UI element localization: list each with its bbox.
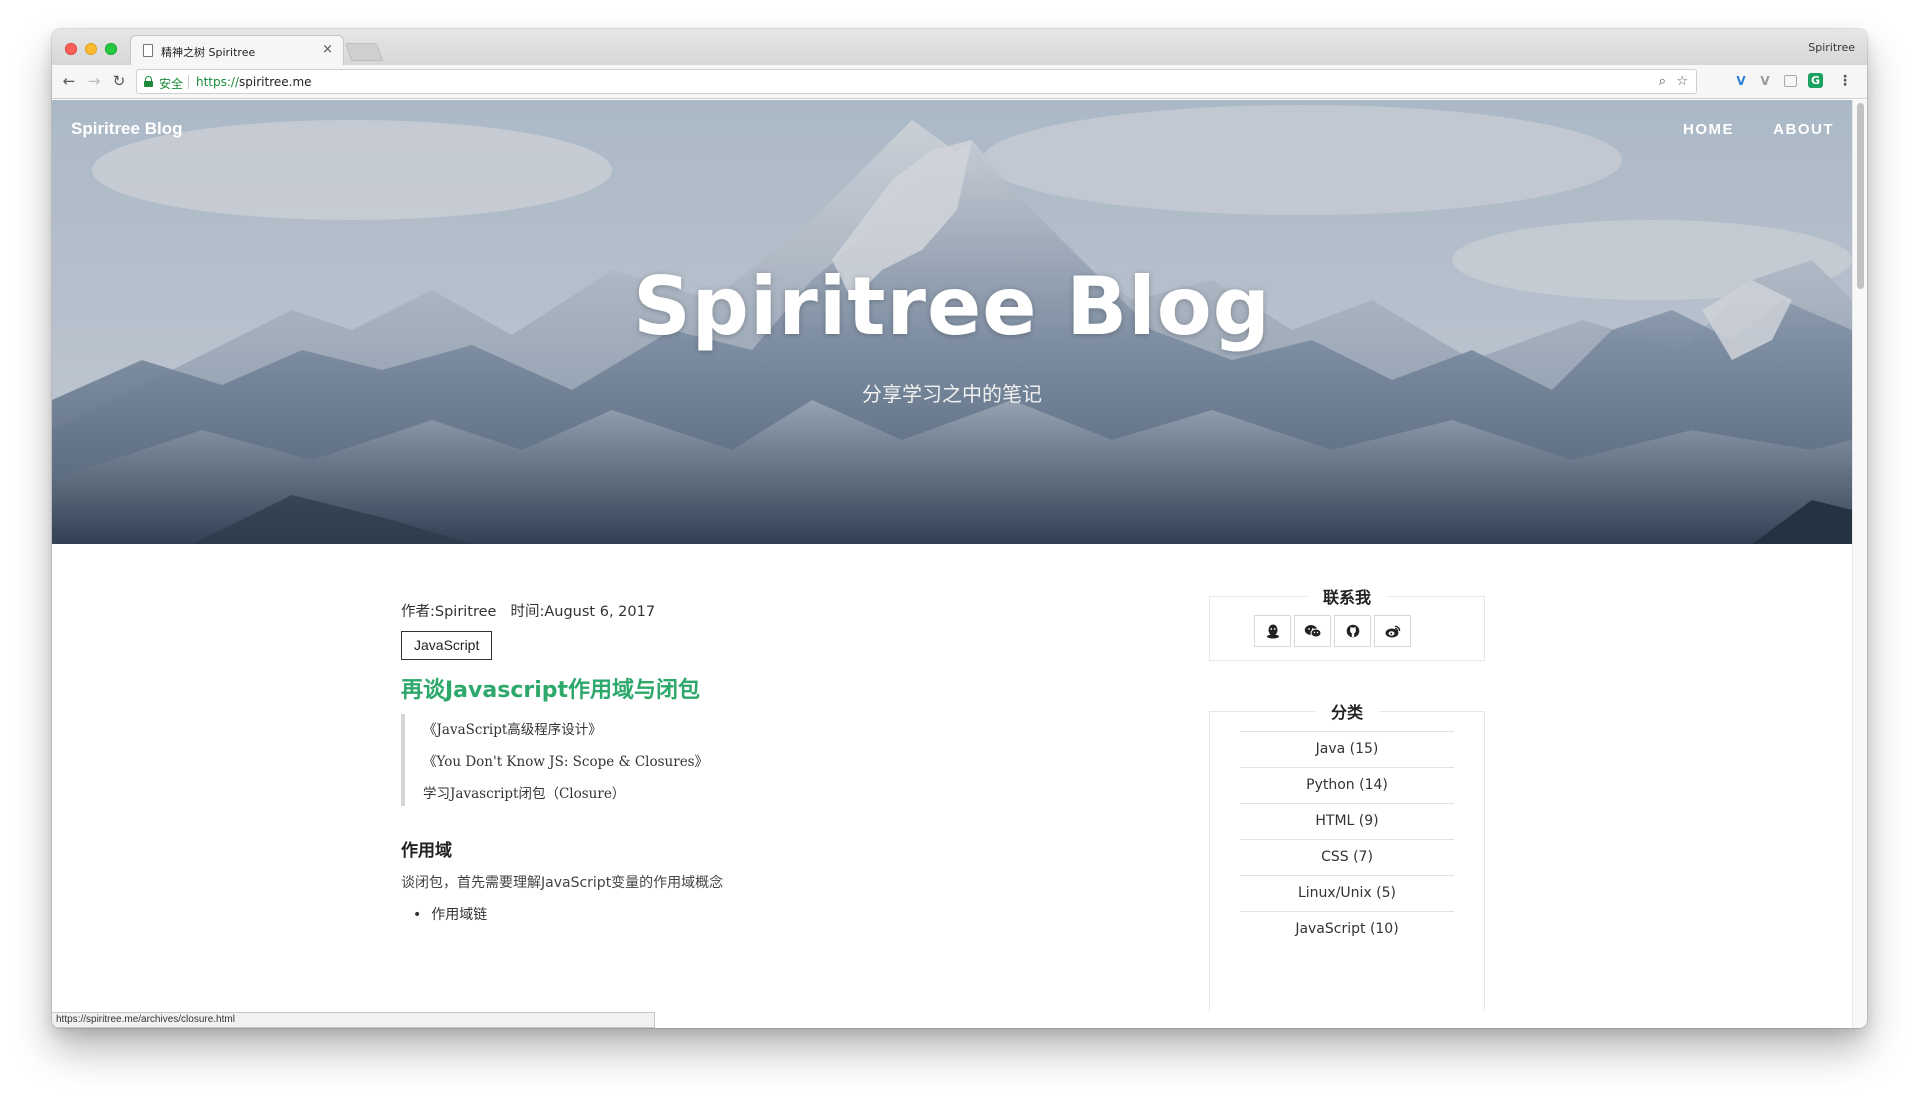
url-host: spiritree.me [239,75,312,89]
post-time: 时间:August 6, 2017 [510,604,656,620]
page-viewport: Spiritree Blog HOME ABOUT Spiritree Blog… [52,100,1867,1028]
post-paragraph: 谈闭包，首先需要理解JavaScript变量的作用域概念 [401,875,724,891]
categories-title: 分类 [1314,699,1380,723]
category-item-javascript[interactable]: JavaScript (10) [1240,911,1454,947]
post-meta: 作者:Spiritree 时间:August 6, 2017 [401,600,655,621]
category-item-linux[interactable]: Linux/Unix (5) [1240,875,1454,911]
contact-title: 联系我 [1306,584,1388,608]
quote-line: 《JavaScript高级程序设计》 [423,722,602,738]
hero-subtitle: 分享学习之中的笔记 [862,382,1042,406]
github-button[interactable] [1334,615,1371,647]
tab-title: 精神之树 Spiritree [161,46,256,59]
qq-icon [1266,624,1279,638]
window-minimize-button[interactable] [85,43,97,55]
tab-strip: 精神之树 Spiritree × Spiritree [52,29,1867,65]
post-blockquote: 《JavaScript高级程序设计》 《You Don't Know JS: S… [401,714,961,806]
github-icon [1346,624,1359,638]
quote-line: 《You Don't Know JS: Scope & Closures》 [423,754,709,770]
zoom-icon[interactable]: ⌕ [1659,74,1666,89]
category-item-html[interactable]: HTML (9) [1240,803,1454,839]
category-list: Java (15) Python (14) HTML (9) CSS (7) L… [1240,731,1454,947]
category-item-python[interactable]: Python (14) [1240,767,1454,803]
document-icon [143,44,153,57]
qq-button[interactable] [1254,615,1291,647]
url-scheme: https:// [196,75,240,89]
window-close-button[interactable] [65,43,77,55]
scrollbar-thumb[interactable] [1857,103,1864,289]
quote-line: 学习Javascript闭包（Closure） [423,786,626,802]
profile-name[interactable]: Spiritree [1808,41,1855,54]
categories-card: 分类 Java (15) Python (14) HTML (9) CSS (7… [1209,699,1485,1011]
extension-v-gray-icon[interactable]: V [1757,73,1773,89]
window-maximize-button[interactable] [105,43,117,55]
post-author: 作者:Spiritree [401,604,497,620]
category-item-css[interactable]: CSS (7) [1240,839,1454,875]
nav-about-link[interactable]: ABOUT [1773,121,1834,138]
lock-icon[interactable] [144,76,153,87]
weibo-button[interactable] [1374,615,1411,647]
browser-tab-active[interactable]: 精神之树 Spiritree × [130,35,344,65]
contact-icon-row [1254,615,1411,647]
url-text[interactable]: https://spiritree.me [196,75,312,89]
hero-title: Spiritree Blog [633,260,1271,353]
secure-label[interactable]: 安全 [159,75,183,92]
forward-arrow-icon[interactable]: → [85,72,103,90]
browser-window: 精神之树 Spiritree × Spiritree ← → ↻ 安全 http… [52,29,1867,1028]
menu-icon[interactable]: ⋮ [1837,73,1853,89]
back-arrow-icon[interactable]: ← [60,72,78,90]
reload-icon[interactable]: ↻ [110,72,128,90]
wechat-button[interactable] [1294,615,1331,647]
page-scrollbar[interactable] [1852,100,1867,1028]
tab-close-icon[interactable]: × [322,42,333,57]
hero-banner: Spiritree Blog HOME ABOUT Spiritree Blog… [52,100,1852,544]
star-icon[interactable]: ☆ [1676,74,1688,89]
category-item-java[interactable]: Java (15) [1240,731,1454,767]
browser-toolbar: ← → ↻ 安全 https://spiritree.me ⌕ ☆ V V G … [52,65,1867,99]
address-separator [188,75,189,89]
nav-home-link[interactable]: HOME [1683,121,1734,138]
extension-grammarly-icon[interactable]: G [1808,73,1823,88]
contact-card: 联系我 [1209,584,1485,661]
wechat-icon [1304,625,1321,638]
list-item: 作用域链 [413,904,487,924]
weibo-icon [1385,625,1400,638]
site-brand-link[interactable]: Spiritree Blog [71,119,182,139]
extension-v-icon[interactable]: V [1733,73,1749,89]
post-title-link[interactable]: 再谈Javascript作用域与闭包 [401,672,700,704]
address-bar[interactable]: 安全 https://spiritree.me ⌕ ☆ [136,69,1697,94]
status-bar-url: https://spiritree.me/archives/closure.ht… [52,1012,655,1028]
new-tab-button[interactable] [344,43,384,61]
post-tag-button[interactable]: JavaScript [401,631,493,660]
section-heading: 作用域 [401,841,452,861]
extension-box-icon[interactable] [1784,75,1797,87]
